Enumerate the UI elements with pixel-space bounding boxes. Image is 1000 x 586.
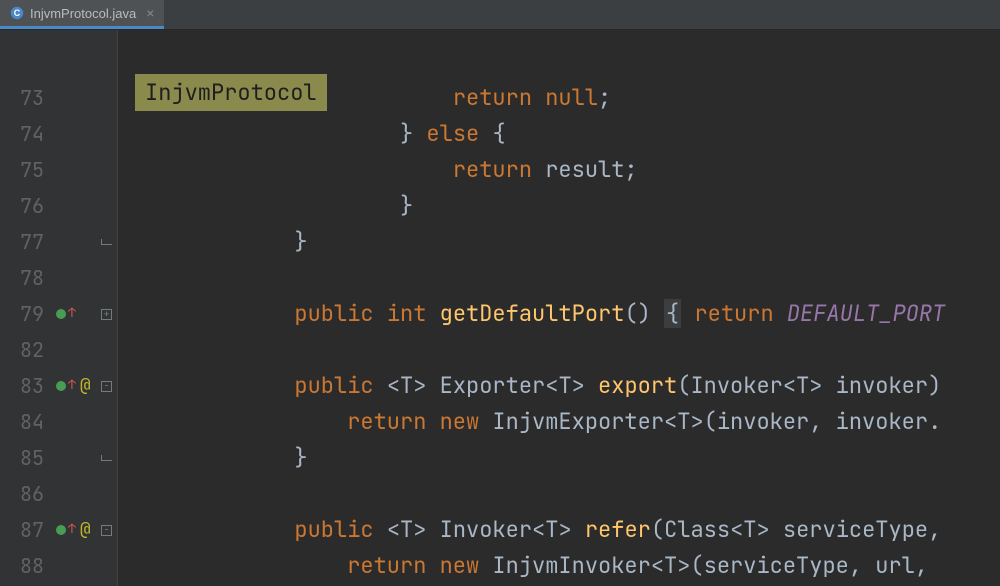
fold-handle [96,152,117,188]
code-line[interactable] [118,476,1000,512]
override-marker-icon[interactable] [56,381,66,391]
breadcrumb[interactable]: InjvmProtocol [135,74,327,111]
line-number: 83 [0,368,54,404]
line-number: 74 [0,116,54,152]
code-line[interactable] [118,260,1000,296]
fold-end-icon [101,455,112,461]
line-number: 85 [0,440,54,476]
gutter-marker [54,548,96,584]
gutter-marker: ↑@ [54,512,96,548]
gutter-marker [54,404,96,440]
line-number: 88 [0,548,54,584]
java-class-icon: C [10,6,24,20]
code-line[interactable]: public int getDefaultPort() { return DEF… [118,296,1000,332]
line-number: 77 [0,224,54,260]
gutter-marker [54,440,96,476]
code-line[interactable]: public <T> Invoker<T> refer(Class<T> ser… [118,512,1000,548]
code-line[interactable]: } else { [118,116,1000,152]
code-line[interactable]: } [118,224,1000,260]
override-arrow-icon: ↑ [68,511,76,547]
annotation-marker-icon: @ [80,512,91,548]
fold-handle[interactable] [96,224,117,260]
fold-handle[interactable]: − [96,512,117,548]
gutter-marker [54,116,96,152]
editor-tab[interactable]: C InjvmProtocol.java × [0,0,164,29]
marker-gutter: ↑↑@↑@ [54,30,96,586]
line-number: 76 [0,188,54,224]
fold-expand-icon[interactable]: + [101,309,112,320]
line-number: 78 [0,260,54,296]
fold-handle [96,404,117,440]
line-number: 75 [0,152,54,188]
line-number-gutter: 737475767778798283848586878889 [0,30,54,586]
gutter-marker [54,188,96,224]
fold-handle[interactable]: − [96,368,117,404]
code-line[interactable]: return result; [118,152,1000,188]
fold-handle [96,476,117,512]
line-number: 73 [0,80,54,116]
gutter-marker [54,476,96,512]
fold-handle [96,260,117,296]
gutter-marker [54,332,96,368]
fold-end-icon [101,239,112,245]
gutter-marker [54,152,96,188]
close-icon[interactable]: × [142,5,154,21]
tab-bar: C InjvmProtocol.java × [0,0,1000,30]
override-arrow-icon: ↑ [68,295,76,331]
line-number: 87 [0,512,54,548]
fold-gutter: + − − [96,30,118,586]
code-line[interactable]: } [118,440,1000,476]
fold-handle [96,116,117,152]
code-line[interactable]: } [118,188,1000,224]
code-area[interactable]: return null; } else { return result; } }… [118,30,1000,586]
editor: InjvmProtocol 73747576777879828384858687… [0,30,1000,586]
code-line[interactable]: public <T> Exporter<T> export(Invoker<T>… [118,368,1000,404]
line-number: 79 [0,296,54,332]
override-arrow-icon: ↑ [68,367,76,403]
line-number: 86 [0,476,54,512]
code-line[interactable] [118,332,1000,368]
code-line[interactable]: return new InjvmInvoker<T>(serviceType, … [118,548,1000,584]
fold-collapse-icon[interactable]: − [101,525,112,536]
line-number: 84 [0,404,54,440]
fold-handle[interactable] [96,440,117,476]
gutter-marker: ↑@ [54,368,96,404]
override-marker-icon[interactable] [56,525,66,535]
line-number: 82 [0,332,54,368]
fold-collapse-icon[interactable]: − [101,381,112,392]
tab-filename: InjvmProtocol.java [30,6,136,21]
gutter-marker: ↑ [54,296,96,332]
svg-text:C: C [14,8,21,18]
fold-handle [96,80,117,116]
gutter-marker [54,80,96,116]
gutter-marker [54,224,96,260]
annotation-marker-icon: @ [80,368,91,404]
fold-handle [96,332,117,368]
override-marker-icon[interactable] [56,309,66,319]
gutter-marker [54,260,96,296]
code-line[interactable]: return new InjvmExporter<T>(invoker, inv… [118,404,1000,440]
fold-handle [96,188,117,224]
fold-handle [96,548,117,584]
fold-handle[interactable]: + [96,296,117,332]
